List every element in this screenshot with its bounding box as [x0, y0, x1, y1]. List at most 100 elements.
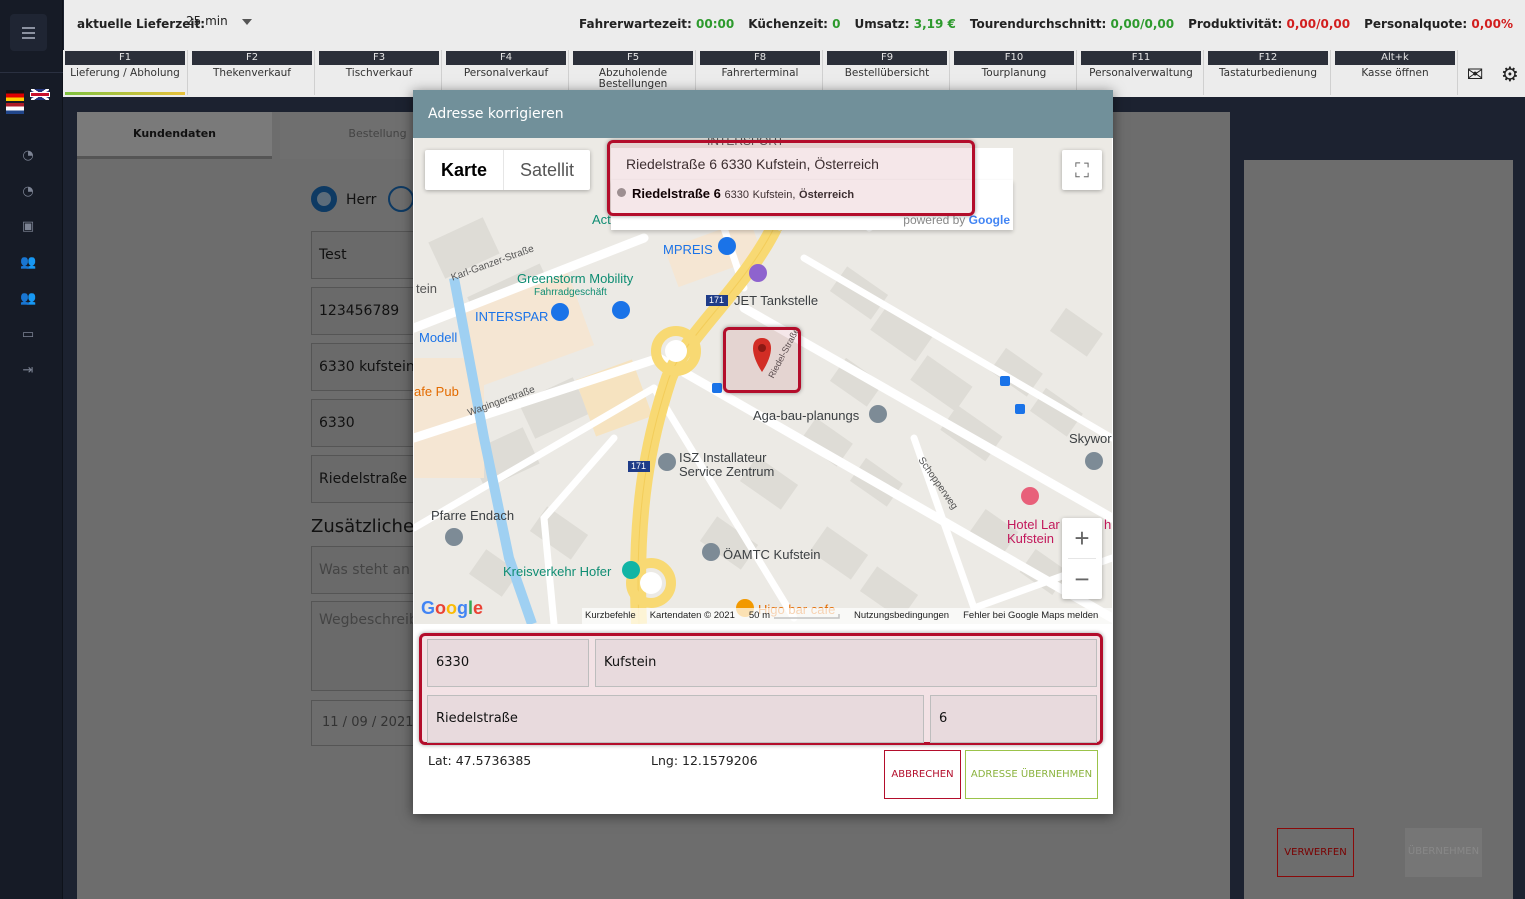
- sidebar: ◔ ◔ ▣ 👥 👥 ▭ ⇥: [0, 0, 63, 899]
- gear-icon[interactable]: ⚙: [1494, 52, 1525, 96]
- map-label-road-171-b: 171: [631, 461, 647, 471]
- scale-text: 50 m: [748, 610, 771, 621]
- zoom-out-button[interactable]: −: [1062, 559, 1102, 599]
- map-label-interspar: INTERSPAR: [475, 309, 549, 324]
- zoom-in-button[interactable]: +: [1062, 518, 1102, 558]
- map-footer: Kurzbefehle Kartendaten © 2021 50 m Nutz…: [582, 608, 1112, 624]
- fkey-kasse[interactable]: Alt+k Kasse öffnen: [1333, 50, 1458, 95]
- stat-tourendurchschnitt: Tourendurchschnitt: 0,00/0,00: [969, 17, 1175, 31]
- stat-kuechenzeit: Küchenzeit: 0: [748, 17, 841, 31]
- users-icon[interactable]: 👥: [20, 255, 36, 271]
- staff-icon[interactable]: 👥: [20, 291, 36, 307]
- marker-highlight-box: [723, 327, 801, 393]
- fkey-lieferung[interactable]: F1 Lieferung / Abholung: [63, 50, 188, 95]
- map-label-pfarre: Pfarre Endach: [431, 508, 515, 523]
- longitude-label: Lng: 12.1579206: [651, 753, 758, 768]
- tab-kundendaten[interactable]: Kundendaten: [77, 112, 272, 159]
- fkey-personalverwaltung[interactable]: F11 Personalverwaltung: [1079, 50, 1204, 95]
- extra-info-heading: Zusätzliche I: [311, 516, 426, 537]
- map-label-aga: Aga-bau-planungs: [753, 408, 860, 423]
- lieferzeit-select[interactable]: 25 min: [186, 14, 252, 34]
- zoom-control: + −: [1062, 518, 1102, 599]
- map-type-karl[interactable]: Karte: [425, 150, 503, 190]
- terms-link[interactable]: Nutzungsbedingungen: [854, 608, 949, 624]
- city-input[interactable]: Kufstein: [595, 639, 1097, 687]
- map-label-skywo: Skywor: [1069, 431, 1112, 446]
- logout-icon[interactable]: ⇥: [20, 363, 36, 379]
- zip-input[interactable]: 6330: [427, 639, 589, 687]
- fkey-tischverkauf[interactable]: F3 Tischverkauf: [317, 50, 442, 95]
- search-highlight-box: [607, 140, 975, 216]
- map-label-hotel2: Kufstein: [1007, 531, 1054, 546]
- flag-en-icon[interactable]: [31, 89, 49, 100]
- map-type-satellite[interactable]: Satellit: [503, 150, 590, 190]
- date-field[interactable]: 11 / 09 / 2021: [311, 700, 421, 746]
- map-label-hotel-h: h: [1104, 517, 1112, 532]
- stat-produktivitaet: Produktivität: 0,00/0,00: [1188, 17, 1351, 31]
- verwerfen-button[interactable]: VERWERFEN: [1277, 828, 1354, 877]
- latitude-label: Lat: 47.5736385: [428, 753, 532, 768]
- note-field[interactable]: Was steht an d: [311, 546, 421, 594]
- topbar: aktuelle Lieferzeit: 25 min Fahrerwartez…: [64, 0, 1525, 50]
- modal-title: Adresse korrigieren: [413, 90, 1113, 138]
- dashboard-icon[interactable]: ◔: [20, 148, 36, 164]
- phone-field[interactable]: 123456789: [311, 287, 421, 335]
- fullscreen-icon[interactable]: ⛶: [1062, 150, 1102, 190]
- map-label-greenstorm: Greenstorm Mobility: [517, 271, 634, 286]
- shortcuts-link[interactable]: Kurzbefehle: [585, 608, 636, 624]
- mail-icon[interactable]: ✉: [1459, 52, 1491, 96]
- google-logo: Google: [421, 598, 484, 618]
- confirm-address-button[interactable]: ADRESSE ÜBERNEHMEN: [965, 750, 1098, 799]
- menu-icon[interactable]: [10, 14, 47, 51]
- stat-umsatz: Umsatz: 3,19 €: [854, 17, 956, 31]
- zip-field[interactable]: 6330: [311, 399, 421, 447]
- uebernehmen-button[interactable]: ÜBERNEHMEN: [1405, 828, 1482, 877]
- map-type-control: Karte Satellit: [425, 150, 591, 190]
- stats-bar: Fahrerwartezeit: 00:00 Küchenzeit: 0 Ums…: [579, 17, 1513, 31]
- store-icon[interactable]: ▣: [20, 219, 36, 235]
- map-label-mpreis: MPREIS: [663, 242, 713, 257]
- street-field[interactable]: Riedelstraße: [311, 455, 421, 503]
- fkey-bestelluebersicht[interactable]: F9 Bestellübersicht: [825, 50, 950, 95]
- stat-personalquote: Personalquote: 0,00%: [1364, 17, 1513, 31]
- address-correction-modal: Adresse korrigieren INTERSPORT Act MPREI…: [413, 90, 1113, 814]
- map-view[interactable]: INTERSPORT Act MPREIS Greenstorm Mobilit…: [414, 138, 1112, 624]
- map-label-jet: JET Tankstelle: [734, 293, 819, 308]
- map-label-oeamtc: ÖAMTC Kufstein: [723, 547, 821, 562]
- city-search-field[interactable]: 6330 kufstein: [311, 343, 421, 391]
- map-label-isz2: Service Zentrum: [679, 464, 775, 479]
- fkey-tastaturbedienung[interactable]: F12 Tastaturbedienung: [1206, 50, 1331, 95]
- lieferzeit-value: 25 min: [186, 14, 228, 28]
- flag-nl-icon[interactable]: [6, 103, 24, 114]
- fkey-tourplanung[interactable]: F10 Tourplanung: [952, 50, 1077, 95]
- radio-herr-label: Herr: [346, 192, 377, 208]
- sidebar-divider: [0, 72, 63, 73]
- mapdata-text: Kartendaten © 2021: [649, 610, 735, 621]
- street-input[interactable]: Riedelstraße: [427, 695, 924, 743]
- name-field[interactable]: Test: [311, 231, 421, 279]
- order-summary-panel: [1244, 160, 1513, 899]
- map-label-hotel1: Hotel Lar: [1007, 517, 1060, 532]
- monitor-icon[interactable]: ▭: [20, 327, 36, 343]
- report-link[interactable]: Fehler bei Google Maps melden: [963, 608, 1098, 624]
- map-label-tein: tein: [416, 281, 437, 296]
- radio-herr[interactable]: [311, 186, 337, 212]
- speed-icon[interactable]: ◔: [20, 184, 36, 200]
- fkey-thekenverkauf[interactable]: F2 Thekenverkauf: [190, 50, 315, 95]
- directions-field[interactable]: Wegbeschreibu: [311, 601, 421, 691]
- map-label-road-171-a: 171: [709, 295, 725, 305]
- fkey-abzuholende[interactable]: F5 Abzuholende Bestellungen: [571, 50, 696, 95]
- chevron-down-icon: [242, 19, 252, 25]
- flag-de-icon[interactable]: [6, 90, 24, 101]
- map-label-fahrradgeschaeft: Fahrradgeschäft: [534, 287, 607, 298]
- stat-fahrerwartezeit: Fahrerwartezeit: 00:00: [578, 17, 735, 31]
- cancel-button[interactable]: ABBRECHEN: [884, 750, 961, 799]
- fkey-fahrerterminal[interactable]: F8 Fahrerterminal: [698, 50, 823, 95]
- radio-frau[interactable]: [388, 186, 414, 212]
- fkey-personalverkauf[interactable]: F4 Personalverkauf: [444, 50, 569, 95]
- map-label-cafe-pub: afe Pub: [414, 384, 459, 399]
- house-number-input[interactable]: 6: [930, 695, 1097, 743]
- map-label-kreisverkehr: Kreisverkehr Hofer: [503, 564, 612, 579]
- map-label-modell: Modell: [419, 330, 458, 345]
- map-label-isz1: ISZ Installateur: [679, 450, 767, 465]
